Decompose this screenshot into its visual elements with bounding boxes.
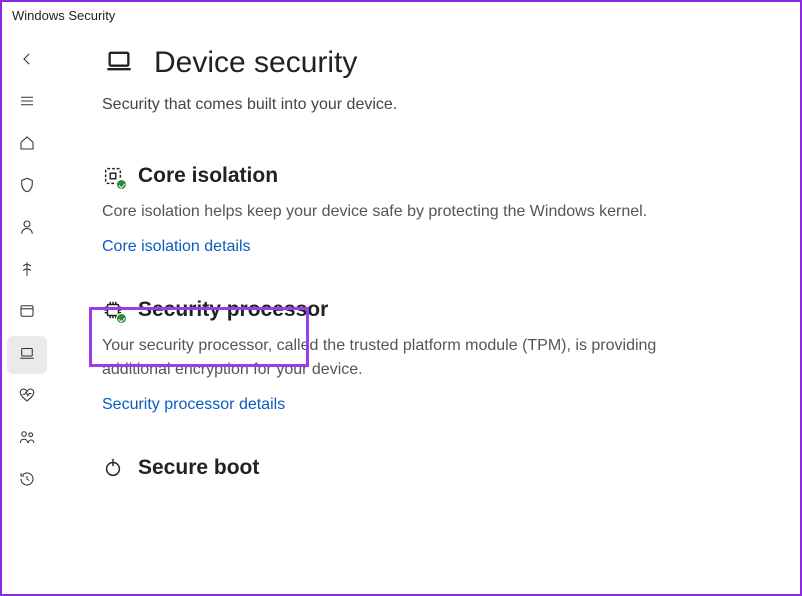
- section-description: Core isolation helps keep your device sa…: [102, 200, 662, 224]
- sidebar-virus-protection[interactable]: [7, 168, 47, 206]
- security-processor-details-link[interactable]: Security processor details: [102, 396, 285, 414]
- status-ok-icon: [116, 179, 127, 190]
- sidebar-home[interactable]: [7, 126, 47, 164]
- sidebar-account-protection[interactable]: [7, 210, 47, 248]
- section-title: Core isolation: [138, 164, 278, 188]
- core-isolation-details-link[interactable]: Core isolation details: [102, 238, 251, 256]
- menu-icon: [18, 92, 36, 115]
- wifi-icon: [18, 260, 36, 283]
- heart-icon: [18, 386, 36, 409]
- sidebar-device-performance[interactable]: [7, 378, 47, 416]
- home-icon: [18, 134, 36, 157]
- status-ok-icon: [116, 313, 127, 324]
- section-title: Security processor: [138, 298, 328, 322]
- sidebar-back[interactable]: [7, 42, 47, 80]
- core-isolation-icon: [102, 165, 124, 187]
- sidebar-app-browser-control[interactable]: [7, 294, 47, 332]
- secure-boot-icon: [102, 457, 124, 479]
- main-content: Device security Security that comes buil…: [52, 26, 800, 594]
- section-core-isolation: Core isolation Core isolation helps keep…: [102, 164, 760, 256]
- sidebar-device-security[interactable]: [7, 336, 47, 374]
- page-header: Device security: [102, 46, 760, 80]
- section-security-processor: Security processor Your security process…: [102, 298, 760, 414]
- sidebar-firewall-network[interactable]: [7, 252, 47, 290]
- arrow-left-icon: [18, 50, 36, 73]
- page-subtitle: Security that comes built into your devi…: [102, 96, 760, 114]
- laptop-icon: [102, 47, 136, 80]
- section-title: Secure boot: [138, 456, 259, 480]
- window-title: Windows Security: [2, 2, 800, 26]
- person-icon: [18, 218, 36, 241]
- laptop-icon: [18, 344, 36, 367]
- history-icon: [18, 470, 36, 493]
- sidebar-menu[interactable]: [7, 84, 47, 122]
- sidebar: [2, 26, 52, 594]
- section-header: Security processor: [102, 298, 760, 322]
- sidebar-protection-history[interactable]: [7, 462, 47, 500]
- app-container: Device security Security that comes buil…: [2, 26, 800, 594]
- people-icon: [18, 428, 36, 451]
- section-secure-boot: Secure boot: [102, 456, 760, 480]
- window-icon: [18, 302, 36, 325]
- page-title: Device security: [154, 46, 357, 80]
- security-processor-icon: [102, 299, 124, 321]
- sidebar-family-options[interactable]: [7, 420, 47, 458]
- section-description: Your security processor, called the trus…: [102, 334, 662, 382]
- section-header: Core isolation: [102, 164, 760, 188]
- shield-icon: [18, 176, 36, 199]
